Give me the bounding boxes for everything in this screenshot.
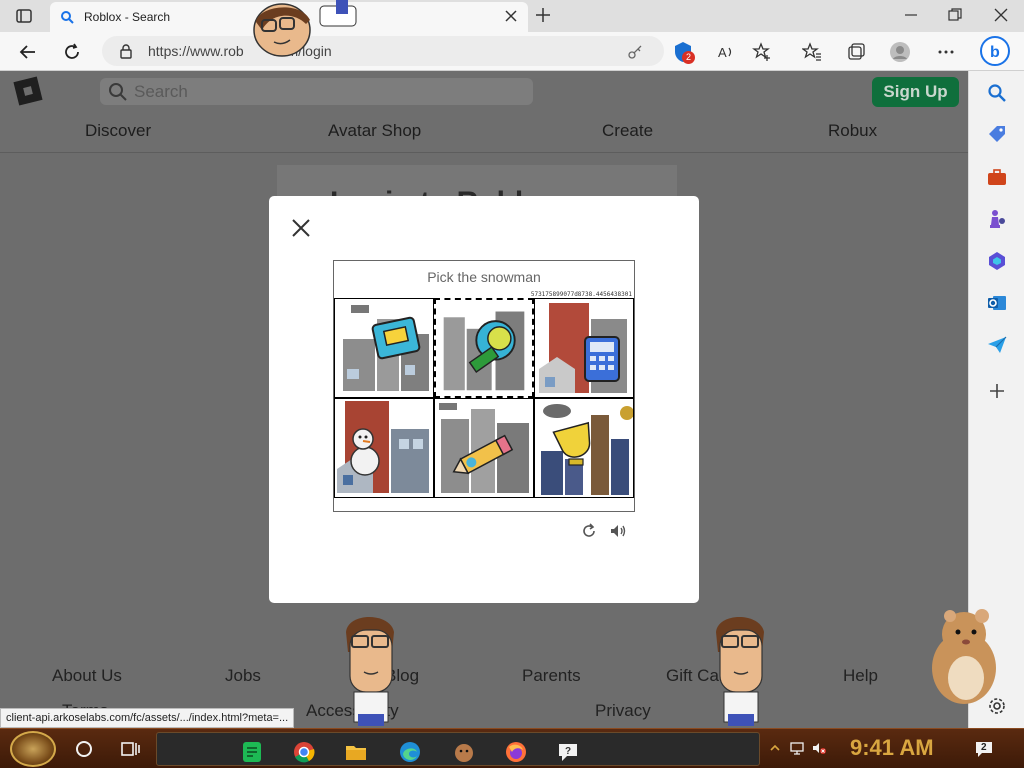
- navigation-bar: https://www.rob com/login 2 A b: [0, 32, 1024, 71]
- captcha-tile-robot[interactable]: [334, 298, 434, 398]
- hank-figure-left-sticker: [346, 617, 394, 726]
- task-view-icon[interactable]: [120, 739, 140, 759]
- nav-avatar-shop[interactable]: Avatar Shop: [328, 121, 421, 141]
- send-paper-plane-icon[interactable]: [987, 335, 1007, 355]
- extension-badge: 2: [682, 51, 695, 64]
- microsoft-365-icon[interactable]: [987, 251, 1007, 271]
- roblox-header: Search Sign Up Discover Avatar Shop Crea…: [0, 71, 968, 153]
- close-tab-icon[interactable]: [504, 9, 518, 23]
- svg-text:A: A: [718, 45, 727, 60]
- close-window-icon[interactable]: [994, 8, 1008, 22]
- search-input[interactable]: Search: [100, 78, 533, 105]
- notification-center[interactable]: 2: [974, 739, 994, 759]
- file-explorer-icon[interactable]: [345, 741, 367, 763]
- captcha-tile-pencil[interactable]: [434, 398, 534, 498]
- key-icon[interactable]: [626, 43, 644, 61]
- captcha-challenge-id: 573175899077d8738.4456438301: [530, 291, 632, 298]
- close-icon[interactable]: [291, 218, 311, 238]
- add-sidebar-app-icon[interactable]: [987, 381, 1007, 401]
- notification-count: 2: [981, 742, 987, 753]
- captcha-tile-trophy[interactable]: [534, 398, 634, 498]
- extension-shield[interactable]: 2: [672, 41, 695, 64]
- nav-discover[interactable]: Discover: [85, 121, 151, 141]
- reload-challenge-icon[interactable]: [580, 522, 598, 540]
- robot-icon: [343, 305, 429, 391]
- edge-icon[interactable]: [399, 741, 421, 763]
- notes-app-icon[interactable]: [241, 741, 263, 763]
- hamster-sticker: [932, 609, 996, 704]
- read-aloud-icon[interactable]: A: [716, 42, 736, 62]
- profile-avatar-icon[interactable]: [890, 42, 910, 62]
- taskbar-pinned-apps: ?: [156, 732, 760, 766]
- link-status-bar: client-api.arkoselabs.com/fc/assets/.../…: [0, 708, 295, 728]
- restore-icon[interactable]: [948, 8, 962, 22]
- tray-chevron-icon[interactable]: [768, 741, 782, 755]
- tab-actions-icon[interactable]: [16, 8, 32, 24]
- network-icon[interactable]: [790, 741, 804, 755]
- captcha-modal: Pick the snowman 573175899077d8738.44564…: [269, 196, 699, 603]
- more-menu-icon[interactable]: [936, 42, 956, 62]
- captcha-tile-snowman[interactable]: [334, 398, 434, 498]
- search-placeholder: Search: [134, 82, 188, 101]
- outlook-icon[interactable]: [987, 293, 1007, 313]
- tab-bar: Roblox - Search: [0, 0, 1024, 32]
- add-favorite-icon[interactable]: [752, 42, 772, 62]
- nav-robux[interactable]: Robux: [828, 121, 877, 141]
- snowman-icon: [337, 401, 429, 493]
- taskbar-clock[interactable]: 9:41 AM: [850, 735, 934, 761]
- footer-help[interactable]: Help: [843, 666, 878, 686]
- calculator-icon: [539, 303, 627, 393]
- hank-figure-right-sticker: [716, 617, 764, 726]
- pencil-icon: [439, 403, 529, 493]
- footer-about-us[interactable]: About Us: [52, 666, 122, 686]
- helmet-icon: [443, 311, 525, 391]
- search-icon[interactable]: [987, 83, 1007, 103]
- shopping-tag-icon[interactable]: [987, 125, 1007, 145]
- refresh-icon[interactable]: [62, 42, 82, 62]
- sign-up-button[interactable]: Sign Up: [872, 77, 959, 107]
- app-hamster-icon[interactable]: [453, 741, 475, 763]
- volume-muted-icon[interactable]: [812, 741, 826, 755]
- footer-privacy[interactable]: Privacy: [595, 701, 651, 721]
- lock-icon[interactable]: [118, 43, 134, 59]
- captcha-tile-helmet[interactable]: [434, 298, 534, 398]
- address-bar[interactable]: https://www.rob com/login: [102, 36, 664, 66]
- tab-title: Roblox - Search: [84, 10, 171, 24]
- roblox-logo[interactable]: [13, 76, 43, 106]
- search-favicon-icon: [61, 11, 74, 24]
- back-icon[interactable]: [18, 42, 38, 62]
- svg-text:b: b: [990, 44, 1000, 61]
- firefox-icon[interactable]: [505, 741, 527, 763]
- nav-create[interactable]: Create: [602, 121, 653, 141]
- start-button[interactable]: [10, 731, 56, 767]
- svg-text:?: ?: [565, 746, 571, 757]
- search-circle-icon[interactable]: [74, 739, 94, 759]
- hank-head-sticker: [253, 0, 357, 57]
- new-tab-icon[interactable]: [535, 7, 551, 23]
- captcha-image-grid: [334, 298, 634, 498]
- footer-parents[interactable]: Parents: [522, 666, 581, 686]
- minimize-icon[interactable]: [904, 8, 918, 22]
- captcha-challenge: Pick the snowman 573175899077d8738.44564…: [333, 260, 635, 512]
- bing-chat-icon[interactable]: b: [980, 36, 1010, 66]
- taskbar: ? 9:41 AM 2: [0, 728, 1024, 768]
- tools-briefcase-icon[interactable]: [987, 167, 1007, 187]
- footer-jobs[interactable]: Jobs: [225, 666, 261, 686]
- audio-challenge-icon[interactable]: [609, 522, 627, 540]
- help-chat-icon[interactable]: ?: [557, 741, 579, 763]
- games-chess-icon[interactable]: [987, 209, 1007, 229]
- favorites-icon[interactable]: [802, 42, 822, 62]
- chrome-icon[interactable]: [293, 741, 315, 763]
- captcha-prompt: Pick the snowman: [427, 269, 541, 285]
- collections-icon[interactable]: [846, 42, 866, 62]
- captcha-tile-calculator[interactable]: [534, 298, 634, 398]
- trophy-icon: [541, 404, 633, 495]
- search-icon: [109, 83, 127, 101]
